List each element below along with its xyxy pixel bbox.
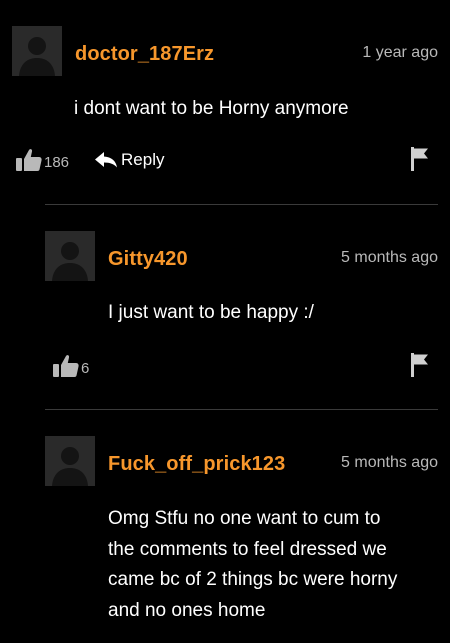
comment-text-line: Omg Stfu no one want to cum to [108, 508, 381, 529]
reply-arrow-icon [95, 152, 118, 168]
flag-icon [411, 353, 428, 377]
username[interactable]: doctor_187Erz [75, 43, 214, 66]
like-button[interactable]: 6 [53, 354, 89, 378]
comment-text: I just want to be happy :/ [108, 302, 314, 323]
username[interactable]: Fuck_off_prick123 [108, 453, 285, 476]
comment-text-line: the comments to feel dressed we [108, 538, 387, 560]
timestamp: 1 year ago [362, 44, 438, 61]
like-button[interactable]: 186 [16, 148, 69, 172]
like-count: 6 [81, 360, 90, 377]
avatar[interactable] [12, 26, 62, 76]
flag-icon [411, 147, 428, 171]
avatar[interactable] [45, 231, 95, 281]
comment-text: i dont want to be Horny anymore [74, 98, 349, 119]
comment-text-line: and no ones home [108, 599, 266, 621]
default-user-avatar-icon [45, 231, 95, 281]
reply-button[interactable]: Reply [95, 150, 165, 170]
timestamp: 5 months ago [341, 249, 438, 266]
avatar[interactable] [45, 436, 95, 486]
divider [45, 204, 438, 205]
thumbs-up-icon [53, 355, 79, 377]
timestamp: 5 months ago [341, 454, 438, 471]
default-user-avatar-icon [12, 26, 62, 76]
username[interactable]: Gitty420 [108, 248, 188, 271]
comment-text-line: came bc of 2 things bc were horny [108, 569, 398, 590]
comment-actions: 186 Reply [16, 148, 165, 172]
flag-button[interactable] [411, 147, 429, 176]
thumbs-up-icon [16, 149, 42, 171]
comment-actions: 6 [53, 354, 89, 378]
like-count: 186 [44, 154, 70, 171]
divider [45, 409, 438, 410]
flag-button[interactable] [411, 353, 429, 382]
reply-label: Reply [121, 150, 165, 169]
comment-text: Omg Stfu no one want to cum to the comme… [108, 504, 397, 626]
default-user-avatar-icon [45, 436, 95, 486]
